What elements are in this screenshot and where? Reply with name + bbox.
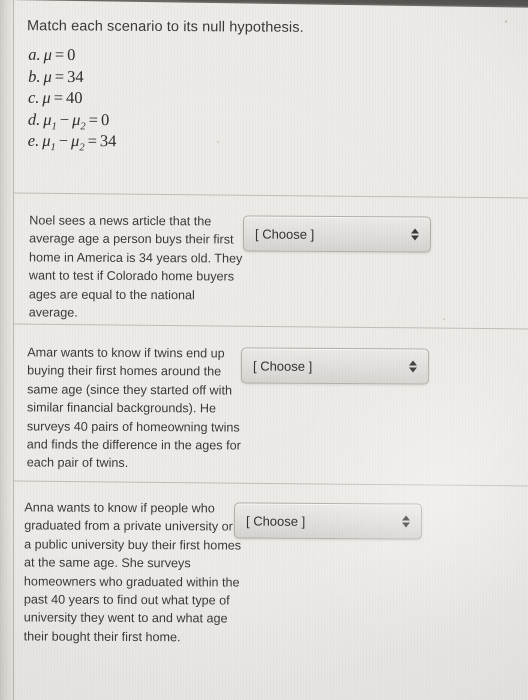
hypothesis-label: b.	[28, 66, 41, 86]
question-content: Match each scenario to its null hypothes…	[0, 0, 528, 700]
hypothesis-item: e. μ1− μ2 = 34	[27, 130, 117, 154]
scenario-text: Noel sees a news article that the averag…	[28, 213, 243, 320]
page-left-edge-line	[13, 0, 14, 700]
dust-speck	[505, 20, 507, 23]
hypothesis-item: d. μ1− μ2 = 0	[27, 108, 117, 132]
row-separator	[14, 480, 528, 487]
hypothesis-expression: μ = 34	[43, 66, 84, 86]
row-separator	[14, 192, 528, 199]
scenario-answer-value: [ Choose ]	[252, 357, 313, 374]
scenario-text: Amar wants to know if twins end up buyin…	[26, 345, 241, 471]
hypothesis-label: a.	[28, 44, 41, 64]
hypothesis-label: e.	[27, 130, 40, 150]
page-left-edge	[0, 0, 13, 700]
hypothesis-list: a. μ = 0 b. μ = 34 c. μ = 40 d. μ1− μ2 = 0 e. μ1− μ2 = 34	[27, 44, 117, 154]
hypothesis-item: a. μ = 0	[28, 44, 117, 66]
hypothesis-label: c.	[27, 87, 40, 107]
hypothesis-expression: μ1− μ2 = 0	[43, 109, 110, 132]
dust-speck	[443, 318, 445, 320]
hypothesis-expression: μ1− μ2 = 34	[42, 130, 117, 154]
hypothesis-label: d.	[27, 109, 41, 129]
scenario-answer-value: [ Choose ]	[254, 225, 315, 242]
hypothesis-item: c. μ = 40	[28, 87, 117, 109]
hypothesis-item: b. μ = 34	[28, 65, 117, 87]
chevron-updown-icon	[408, 360, 418, 373]
hypothesis-expression: μ = 0	[43, 44, 76, 65]
scenario-text: Anna wants to know if people who graduat…	[23, 500, 242, 645]
chevron-updown-icon	[410, 228, 420, 241]
scenario-answer-select[interactable]: [ Choose ]	[240, 347, 430, 385]
row-separator	[14, 323, 528, 330]
hypothesis-expression: μ = 40	[42, 87, 83, 108]
screenshot-page: Match each scenario to its null hypothes…	[0, 0, 528, 700]
chevron-updown-icon	[401, 515, 411, 528]
scenario-answer-select[interactable]: [ Choose ]	[233, 502, 423, 540]
scenario-answer-select[interactable]: [ Choose ]	[242, 215, 432, 253]
scenario-answer-value: [ Choose ]	[245, 512, 306, 529]
page-title: Match each scenario to its null hypothes…	[26, 18, 304, 36]
dust-speck	[217, 141, 219, 143]
